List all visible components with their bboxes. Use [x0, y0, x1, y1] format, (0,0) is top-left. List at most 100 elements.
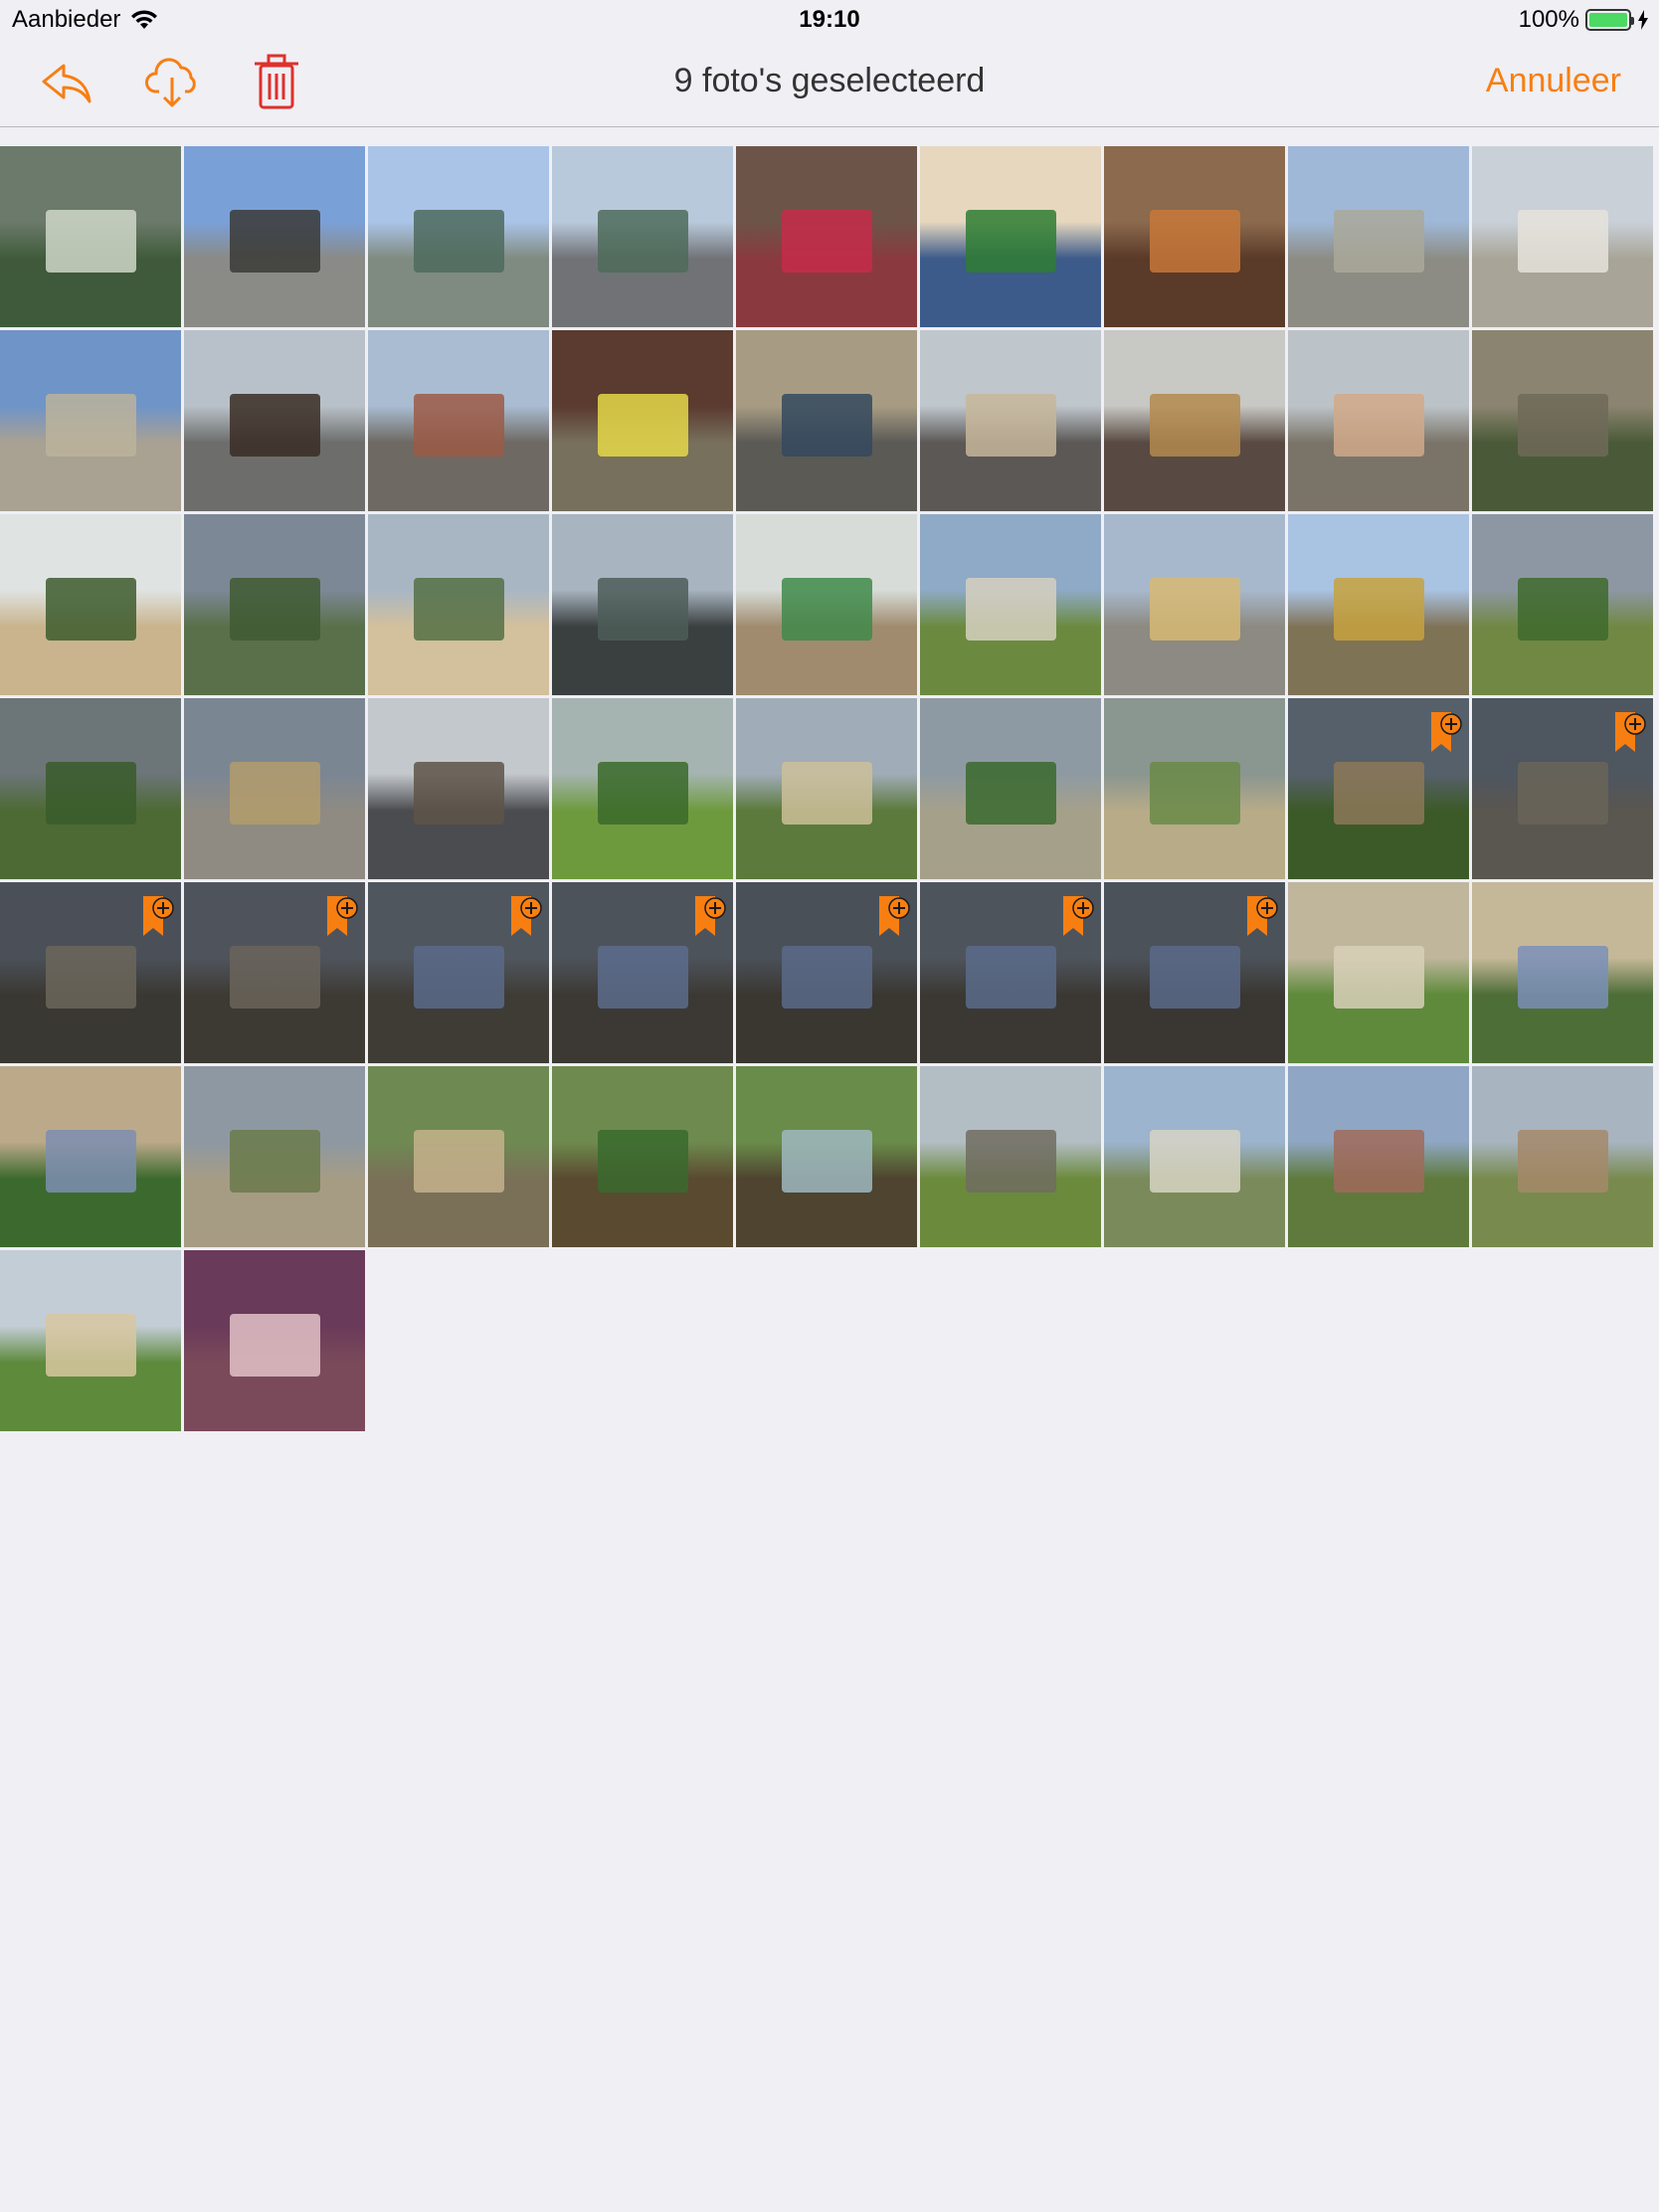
photo-thumbnail[interactable]	[920, 1066, 1101, 1247]
photo-thumbnail[interactable]	[368, 882, 549, 1063]
selected-bookmark-icon	[879, 896, 910, 936]
photo-subject	[1517, 761, 1608, 826]
photo-thumbnail[interactable]	[1288, 1066, 1469, 1247]
photo-thumbnail[interactable]	[552, 1066, 733, 1247]
photo-subject	[1517, 1129, 1608, 1194]
photo-thumbnail[interactable]	[736, 882, 917, 1063]
photo-thumbnail[interactable]	[368, 330, 549, 511]
status-bar: Aanbieder 19:10 100%	[0, 0, 1659, 40]
photo-thumbnail[interactable]	[0, 330, 181, 511]
photo-thumbnail[interactable]	[0, 1066, 181, 1247]
photo-subject	[45, 1129, 136, 1194]
battery-icon	[1585, 9, 1634, 31]
photo-subject	[597, 209, 688, 274]
photo-thumbnail[interactable]	[1104, 882, 1285, 1063]
selected-bookmark-icon	[511, 896, 542, 936]
photo-thumbnail[interactable]	[368, 514, 549, 695]
photo-thumbnail[interactable]	[736, 698, 917, 879]
photo-thumbnail[interactable]	[1288, 146, 1469, 327]
photo-subject	[597, 945, 688, 1010]
photo-thumbnail[interactable]	[0, 882, 181, 1063]
photo-subject	[45, 577, 136, 642]
photo-thumbnail[interactable]	[552, 146, 733, 327]
photo-thumbnail[interactable]	[184, 1250, 365, 1431]
photo-thumbnail[interactable]	[0, 514, 181, 695]
photo-subject	[965, 577, 1056, 642]
photo-thumbnail[interactable]	[1472, 882, 1653, 1063]
photo-thumbnail[interactable]	[1104, 698, 1285, 879]
photo-thumbnail[interactable]	[736, 330, 917, 511]
photo-thumbnail[interactable]	[1288, 514, 1469, 695]
photo-subject	[597, 393, 688, 458]
photo-thumbnail[interactable]	[920, 698, 1101, 879]
photo-subject	[1149, 1129, 1240, 1194]
photo-thumbnail[interactable]	[736, 1066, 917, 1247]
photo-thumbnail[interactable]	[1472, 698, 1653, 879]
photo-thumbnail[interactable]	[368, 1066, 549, 1247]
photo-subject	[45, 393, 136, 458]
selected-bookmark-icon	[1615, 712, 1646, 752]
cancel-button[interactable]: Annuleer	[1486, 62, 1621, 100]
photo-thumbnail[interactable]	[184, 1066, 365, 1247]
selected-bookmark-icon	[695, 896, 726, 936]
photo-subject	[413, 1129, 504, 1194]
photo-subject	[1333, 761, 1424, 826]
charging-bolt-icon	[1638, 10, 1648, 30]
photo-thumbnail[interactable]	[1288, 330, 1469, 511]
photo-thumbnail[interactable]	[920, 882, 1101, 1063]
photo-thumbnail[interactable]	[0, 1250, 181, 1431]
photo-thumbnail[interactable]	[1104, 146, 1285, 327]
photo-thumbnail[interactable]	[920, 330, 1101, 511]
photo-thumbnail[interactable]	[1104, 330, 1285, 511]
photo-thumbnail[interactable]	[184, 330, 365, 511]
photo-subject	[1149, 209, 1240, 274]
photo-subject	[781, 945, 872, 1010]
photo-thumbnail[interactable]	[1288, 698, 1469, 879]
selected-bookmark-icon	[143, 896, 174, 936]
photo-subject	[1333, 1129, 1424, 1194]
selection-title: 9 foto's geselecteerd	[673, 62, 986, 99]
photo-thumbnail[interactable]	[368, 698, 549, 879]
photo-thumbnail[interactable]	[552, 882, 733, 1063]
photo-thumbnail[interactable]	[736, 514, 917, 695]
photo-subject	[413, 945, 504, 1010]
photo-subject	[229, 1129, 320, 1194]
status-time: 19:10	[799, 6, 860, 33]
photo-thumbnail[interactable]	[184, 146, 365, 327]
photo-subject	[1517, 945, 1608, 1010]
photo-thumbnail[interactable]	[920, 514, 1101, 695]
photo-thumbnail[interactable]	[368, 146, 549, 327]
photo-thumbnail[interactable]	[184, 698, 365, 879]
photo-subject	[965, 761, 1056, 826]
photo-subject	[1149, 945, 1240, 1010]
photo-subject	[413, 209, 504, 274]
photo-subject	[781, 577, 872, 642]
battery-level	[1589, 13, 1627, 27]
photo-thumbnail[interactable]	[184, 514, 365, 695]
photo-thumbnail[interactable]	[0, 698, 181, 879]
photo-subject	[781, 761, 872, 826]
photo-subject	[597, 1129, 688, 1194]
photo-thumbnail[interactable]	[1472, 146, 1653, 327]
photo-thumbnail[interactable]	[920, 146, 1101, 327]
photo-subject	[45, 209, 136, 274]
photo-thumbnail[interactable]	[1104, 514, 1285, 695]
selected-bookmark-icon	[1063, 896, 1094, 936]
photo-thumbnail[interactable]	[0, 146, 181, 327]
photo-thumbnail[interactable]	[552, 514, 733, 695]
photo-thumbnail[interactable]	[1104, 1066, 1285, 1247]
photo-subject	[1333, 209, 1424, 274]
photo-thumbnail[interactable]	[552, 698, 733, 879]
photo-thumbnail[interactable]	[552, 330, 733, 511]
photo-grid	[0, 146, 1659, 1431]
photo-subject	[597, 761, 688, 826]
photo-subject	[781, 1129, 872, 1194]
photo-subject	[597, 577, 688, 642]
photo-thumbnail[interactable]	[736, 146, 917, 327]
photo-thumbnail[interactable]	[184, 882, 365, 1063]
photo-thumbnail[interactable]	[1472, 330, 1653, 511]
photo-subject	[965, 945, 1056, 1010]
photo-thumbnail[interactable]	[1288, 882, 1469, 1063]
photo-thumbnail[interactable]	[1472, 1066, 1653, 1247]
photo-thumbnail[interactable]	[1472, 514, 1653, 695]
